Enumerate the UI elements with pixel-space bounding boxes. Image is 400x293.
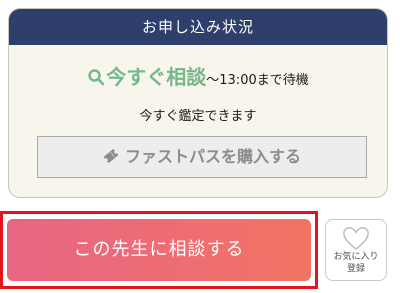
favorite-label-line1: お気に入り <box>333 252 379 262</box>
ticket-icon <box>103 139 119 163</box>
status-line: 今すぐ相談〜13:00まで待機 <box>9 61 387 90</box>
consult-panel: お申し込み状況 今すぐ相談〜13:00まで待機 今すぐ鑑定できます ファストパス… <box>0 0 400 293</box>
heart-icon <box>341 225 371 251</box>
status-header: お申し込み状況 <box>9 9 387 45</box>
status-available: 今すぐ相談 <box>106 65 207 89</box>
favorite-button[interactable]: お気に入り 登録 <box>325 219 387 281</box>
status-wait-time: 〜13:00まで待機 <box>206 73 309 88</box>
consult-button[interactable]: この先生に相談する <box>7 219 311 281</box>
fastpass-label: ファストパスを購入する <box>124 147 301 166</box>
fastpass-button[interactable]: ファストパスを購入する <box>37 136 367 178</box>
application-status-card: お申し込み状況 今すぐ相談〜13:00まで待機 今すぐ鑑定できます ファストパス… <box>8 8 388 198</box>
status-message: 今すぐ鑑定できます <box>139 109 257 124</box>
search-icon <box>87 68 105 86</box>
favorite-label-line2: 登録 <box>346 264 365 274</box>
